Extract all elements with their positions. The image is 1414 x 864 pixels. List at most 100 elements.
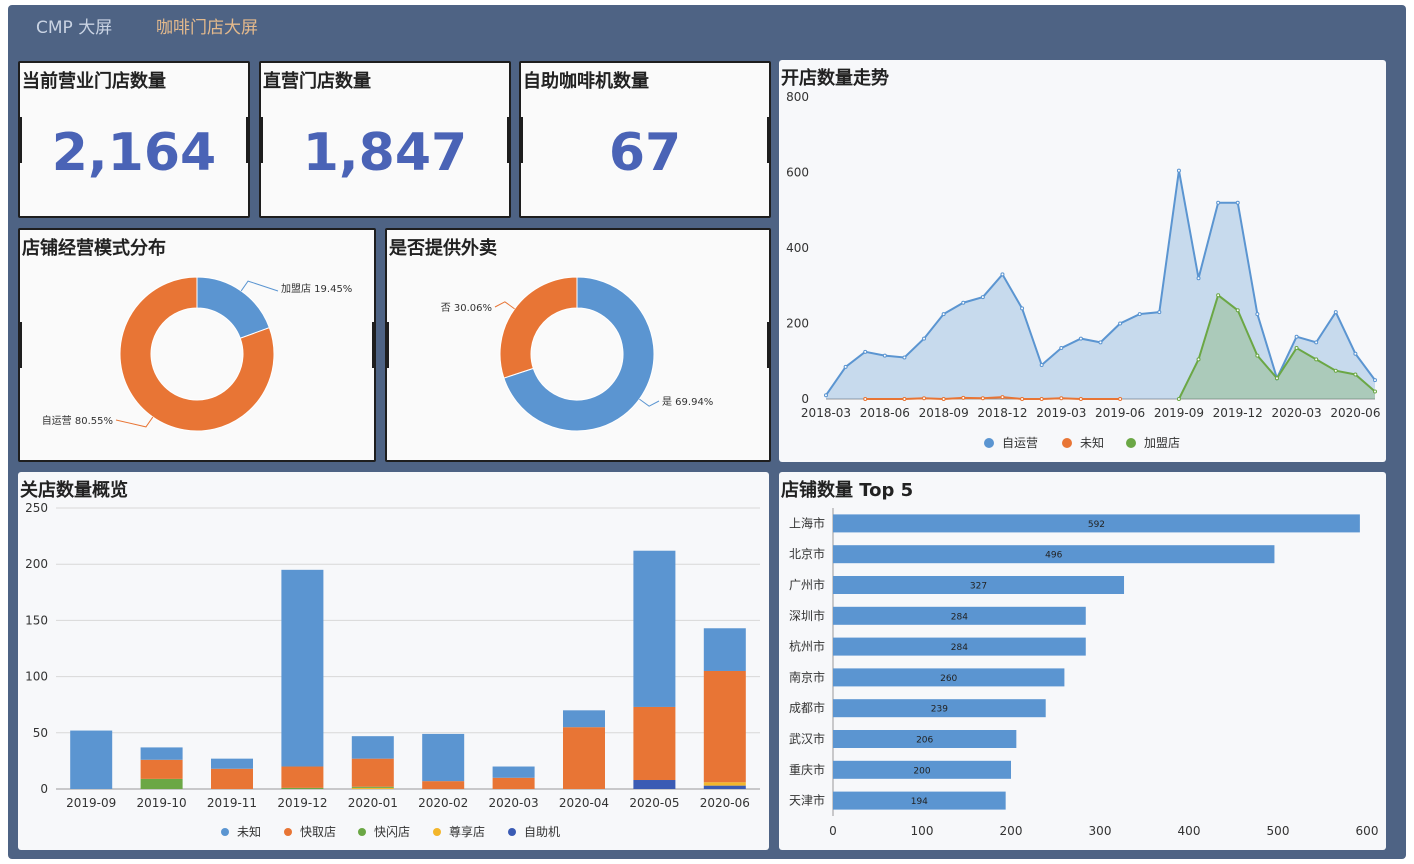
data-point	[1255, 312, 1260, 317]
x-tick-label: 200	[1000, 824, 1023, 838]
bar-segment-尊享店	[351, 787, 394, 789]
legend-swatch	[984, 438, 994, 448]
bar-segment-快取店	[422, 781, 465, 789]
data-point	[922, 396, 927, 401]
data-point	[922, 336, 927, 341]
category-label: 北京市	[789, 546, 825, 561]
donut-slice	[499, 276, 578, 379]
category-label: 深圳市	[789, 608, 825, 623]
legend-label: 尊享店	[449, 824, 485, 839]
data-point	[1059, 396, 1064, 401]
x-tick-label: 2018-06	[860, 406, 910, 420]
category-label: 重庆市	[789, 762, 825, 777]
nav-cmp-link[interactable]: CMP 大屏	[36, 13, 112, 38]
bar-segment-未知	[211, 758, 253, 769]
data-point	[1274, 376, 1279, 381]
data-point	[902, 397, 907, 401]
kpi-title: 当前营业门店数量	[22, 71, 166, 92]
bar-segment-快取店	[140, 759, 183, 779]
delivery-donut-chart: 是 69.94% 否 30.06%	[441, 276, 713, 432]
category-label: 广州市	[789, 577, 825, 592]
data-point	[1196, 276, 1201, 281]
bar-value-label: 284	[951, 612, 968, 622]
bar-segment-快取店	[492, 777, 535, 789]
x-tick-label: 2019-03	[1036, 406, 1086, 420]
data-point	[1294, 346, 1299, 351]
kpi-card-open-stores: 当前营业门店数量 2,164	[18, 61, 250, 218]
data-point	[1373, 378, 1377, 383]
data-point	[980, 295, 985, 300]
mode-donut-chart: 加盟店 19.45% 自运营 80.55%	[42, 276, 352, 432]
open-trend-panel: 开店数量走势 0 200 400 600 800 2018-03 2018-06 2018-0…	[779, 60, 1386, 462]
legend-swatch	[221, 828, 229, 836]
data-point	[1353, 351, 1358, 356]
y-tick-label: 800	[786, 90, 809, 104]
legend-label: 自运营	[1002, 436, 1038, 450]
bar-value-label: 496	[1045, 551, 1062, 561]
donut-slice	[196, 276, 271, 339]
bar-segment-快取店	[281, 766, 324, 788]
data-point	[961, 300, 966, 305]
bar-segment-快取店	[703, 670, 746, 783]
y-tick-label: 100	[25, 670, 48, 684]
y-tick-label: 400	[786, 241, 809, 255]
x-tick-label: 300	[1089, 824, 1112, 838]
x-tick-label: 2020-06	[1330, 406, 1380, 420]
data-point	[1373, 389, 1377, 394]
bar-segment-尊享店	[703, 782, 746, 786]
bar-segment-自助机	[703, 785, 746, 789]
data-point	[1235, 308, 1240, 313]
data-point	[1353, 372, 1358, 377]
y-tick-label: 150	[25, 613, 48, 627]
legend-label: 未知	[1080, 436, 1104, 450]
nav-coffee-link[interactable]: 咖啡门店大屏	[156, 13, 258, 38]
label-leader-line	[639, 398, 660, 407]
data-point	[902, 355, 907, 360]
y-tick-label: 0	[801, 392, 809, 406]
y-tick-label: 250	[25, 501, 48, 515]
x-tick-label: 2019-06	[1095, 406, 1145, 420]
legend-swatch	[508, 828, 516, 836]
bar-segment-未知	[563, 710, 605, 728]
x-tick-label: 2019-11	[207, 796, 257, 810]
kpi-title: 自助咖啡机数量	[523, 71, 649, 92]
slice-label: 是 69.94%	[662, 396, 713, 408]
data-point	[1176, 397, 1181, 401]
data-point	[1020, 306, 1025, 311]
x-tick-label: 2020-03	[1272, 406, 1322, 420]
data-point	[1216, 293, 1221, 298]
mode-distribution-panel: 店铺经营模式分布 加盟店 19.45% 自运营 80.55%	[18, 228, 376, 462]
data-point	[941, 312, 946, 317]
y-tick-label: 600	[786, 166, 809, 180]
bar-segment-快闪店	[351, 786, 394, 788]
legend-label: 未知	[237, 825, 261, 839]
x-tick-label: 400	[1178, 824, 1201, 838]
legend-label: 快闪店	[374, 825, 410, 839]
category-label: 南京市	[789, 669, 825, 684]
y-tick-label: 0	[40, 782, 48, 796]
data-point	[1157, 310, 1162, 315]
bar-value-label: 327	[970, 582, 987, 592]
bar-segment-快闪店	[140, 778, 183, 789]
bar-segment-快取店	[211, 768, 253, 789]
legend-swatch	[284, 828, 292, 836]
data-point	[1000, 395, 1005, 400]
close-overview-chart: 0 50 100 150 200 250 2019-09 2019-10 2019-11 2019…	[25, 501, 760, 839]
bar-value-label: 284	[951, 643, 968, 653]
x-tick-label: 2019-12	[1213, 406, 1263, 420]
x-tick-label: 2020-03	[489, 796, 539, 810]
x-tick-label: 2019-09	[1154, 406, 1204, 420]
x-tick-label: 2020-05	[629, 796, 679, 810]
category-label: 成都市	[789, 700, 825, 715]
data-point	[843, 364, 848, 369]
data-point	[1196, 357, 1201, 362]
bar-segment-未知	[492, 766, 535, 778]
bar-value-label: 194	[911, 797, 928, 807]
legend-label: 快取店	[300, 825, 336, 839]
data-point	[1255, 353, 1260, 358]
data-point	[941, 397, 946, 401]
bar-segment-未知	[281, 569, 324, 767]
bar-segment-未知	[70, 730, 113, 789]
x-tick-label: 2020-04	[559, 796, 609, 810]
bar-segment-未知	[703, 628, 746, 671]
